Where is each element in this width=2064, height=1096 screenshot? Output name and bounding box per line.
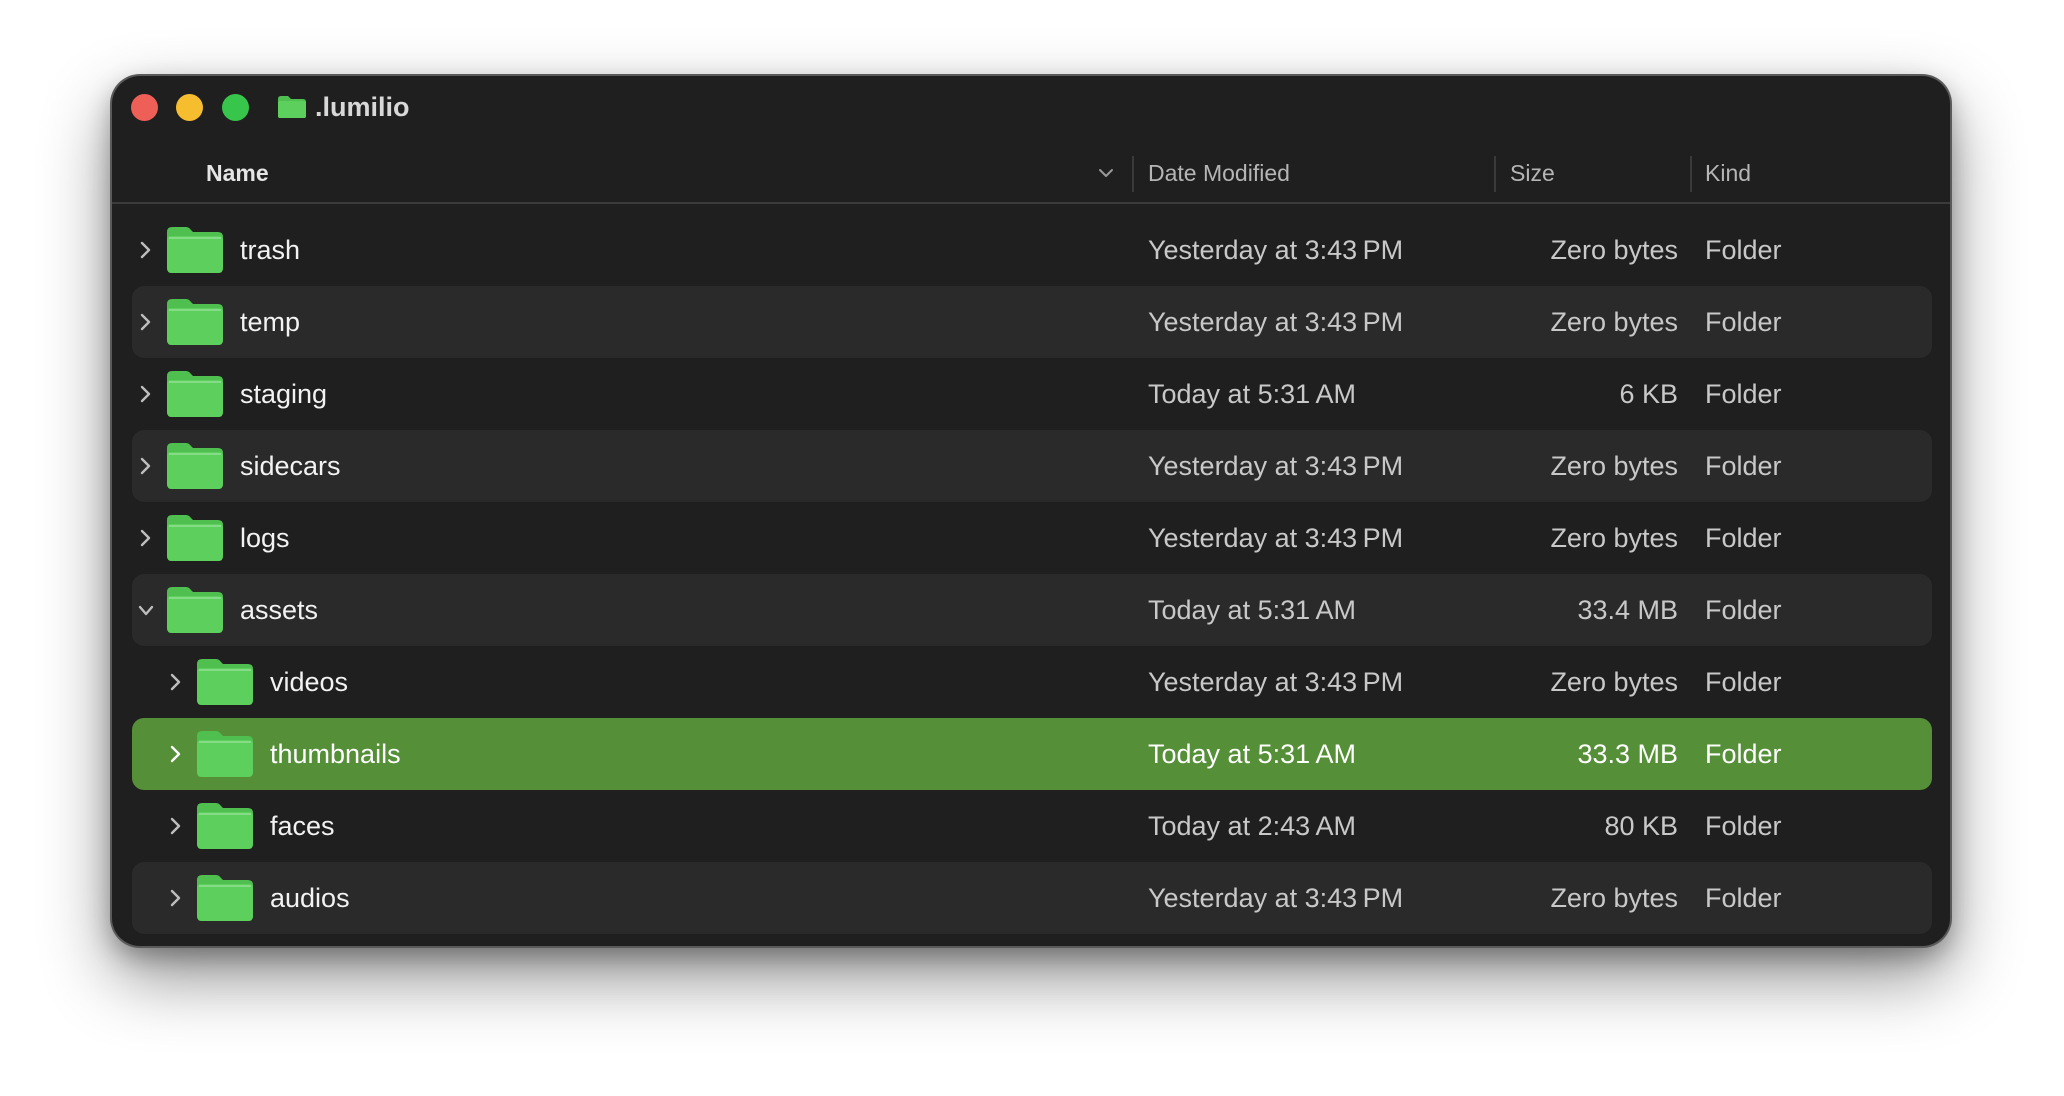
file-date-modified: Today at 5:31 AM bbox=[1148, 379, 1357, 409]
file-name: temp bbox=[240, 307, 301, 337]
file-name: assets bbox=[240, 595, 319, 625]
file-date-modified: Yesterday at 3:43 PM bbox=[1148, 307, 1404, 337]
folder-icon bbox=[278, 96, 306, 118]
disclosure-chevron-right-icon[interactable] bbox=[136, 454, 156, 478]
file-kind: Folder bbox=[1705, 235, 1782, 265]
file-date-modified: Yesterday at 3:43 PM bbox=[1148, 883, 1404, 913]
file-kind: Folder bbox=[1705, 739, 1782, 769]
file-kind: Folder bbox=[1705, 595, 1782, 625]
file-size: Zero bytes bbox=[1550, 451, 1678, 481]
folder-icon bbox=[197, 803, 253, 849]
file-size: 33.3 MB bbox=[1577, 739, 1678, 769]
file-date-modified: Yesterday at 3:43 PM bbox=[1148, 235, 1404, 265]
file-row-staging[interactable]: staging Today at 5:31 AM 6 KB Folder bbox=[132, 358, 1932, 430]
file-date-modified: Today at 2:43 AM bbox=[1148, 811, 1357, 841]
file-size: 80 KB bbox=[1604, 811, 1678, 841]
file-date-modified: Yesterday at 3:43 PM bbox=[1148, 523, 1404, 553]
disclosure-chevron-right-icon[interactable] bbox=[166, 886, 186, 910]
folder-icon bbox=[197, 875, 253, 921]
disclosure-chevron-right-icon[interactable] bbox=[166, 814, 186, 838]
folder-icon bbox=[167, 371, 223, 417]
file-row-sidecars[interactable]: sidecars Yesterday at 3:43 PM Zero bytes… bbox=[132, 430, 1932, 502]
file-size: 33.4 MB bbox=[1577, 595, 1678, 625]
close-window-button[interactable] bbox=[131, 94, 158, 121]
column-divider[interactable] bbox=[1494, 156, 1496, 192]
file-kind: Folder bbox=[1705, 307, 1782, 337]
file-row-videos[interactable]: videos Yesterday at 3:43 PM Zero bytes F… bbox=[132, 646, 1932, 718]
disclosure-chevron-right-icon[interactable] bbox=[166, 670, 186, 694]
file-name: audios bbox=[270, 883, 350, 913]
file-size: Zero bytes bbox=[1550, 883, 1678, 913]
disclosure-chevron-right-icon[interactable] bbox=[166, 742, 186, 766]
file-row-assets[interactable]: assets Today at 5:31 AM 33.4 MB Folder bbox=[132, 574, 1932, 646]
folder-icon bbox=[197, 731, 253, 777]
file-row-temp[interactable]: temp Yesterday at 3:43 PM Zero bytes Fol… bbox=[132, 286, 1932, 358]
folder-icon bbox=[167, 443, 223, 489]
file-kind: Folder bbox=[1705, 523, 1782, 553]
file-size: Zero bytes bbox=[1550, 307, 1678, 337]
file-date-modified: Today at 5:31 AM bbox=[1148, 739, 1357, 769]
file-list: trash Yesterday at 3:43 PM Zero bytes Fo… bbox=[132, 214, 1932, 934]
column-divider[interactable] bbox=[1132, 156, 1134, 192]
disclosure-chevron-right-icon[interactable] bbox=[136, 526, 156, 550]
file-date-modified: Yesterday at 3:43 PM bbox=[1148, 667, 1404, 697]
disclosure-chevron-right-icon[interactable] bbox=[136, 310, 156, 334]
column-date-header[interactable]: Date Modified bbox=[1148, 144, 1290, 202]
sort-chevron-down-icon[interactable] bbox=[1097, 164, 1115, 182]
file-kind: Folder bbox=[1705, 811, 1782, 841]
file-date-modified: Today at 5:31 AM bbox=[1148, 595, 1357, 625]
disclosure-chevron-down-icon[interactable] bbox=[136, 598, 156, 622]
column-divider[interactable] bbox=[1690, 156, 1692, 192]
window-title-text: .lumilio bbox=[315, 91, 410, 122]
file-size: Zero bytes bbox=[1550, 235, 1678, 265]
disclosure-chevron-right-icon[interactable] bbox=[136, 382, 156, 406]
finder-window: .lumilio Name Date Modified Size Kind tr… bbox=[112, 76, 1950, 946]
file-row-thumbnails[interactable]: thumbnails Today at 5:31 AM 33.3 MB Fold… bbox=[132, 718, 1932, 790]
file-kind: Folder bbox=[1705, 451, 1782, 481]
file-row-faces[interactable]: faces Today at 2:43 AM 80 KB Folder bbox=[132, 790, 1932, 862]
folder-icon bbox=[167, 299, 223, 345]
disclosure-chevron-right-icon[interactable] bbox=[136, 238, 156, 262]
column-header: Name Date Modified Size Kind bbox=[112, 144, 1950, 204]
column-kind-header[interactable]: Kind bbox=[1705, 144, 1751, 202]
folder-icon bbox=[197, 659, 253, 705]
file-row-logs[interactable]: logs Yesterday at 3:43 PM Zero bytes Fol… bbox=[132, 502, 1932, 574]
file-size: Zero bytes bbox=[1550, 523, 1678, 553]
file-name: faces bbox=[270, 811, 335, 841]
folder-icon bbox=[167, 515, 223, 561]
file-name: thumbnails bbox=[270, 739, 401, 769]
file-date-modified: Yesterday at 3:43 PM bbox=[1148, 451, 1404, 481]
folder-icon bbox=[167, 587, 223, 633]
file-kind: Folder bbox=[1705, 667, 1782, 697]
file-size: Zero bytes bbox=[1550, 667, 1678, 697]
folder-icon bbox=[167, 227, 223, 273]
zoom-window-button[interactable] bbox=[222, 94, 249, 121]
file-size: 6 KB bbox=[1619, 379, 1678, 409]
file-name: sidecars bbox=[240, 451, 341, 481]
column-name-header[interactable]: Name bbox=[206, 144, 269, 202]
minimize-window-button[interactable] bbox=[176, 94, 203, 121]
file-kind: Folder bbox=[1705, 379, 1782, 409]
column-size-header[interactable]: Size bbox=[1510, 144, 1555, 202]
file-row-audios[interactable]: audios Yesterday at 3:43 PM Zero bytes F… bbox=[132, 862, 1932, 934]
file-name: logs bbox=[240, 523, 290, 553]
window-title: .lumilio bbox=[277, 92, 410, 122]
file-kind: Folder bbox=[1705, 883, 1782, 913]
file-name: staging bbox=[240, 379, 328, 409]
file-name: videos bbox=[270, 667, 349, 697]
file-name: trash bbox=[240, 235, 301, 265]
file-row-trash[interactable]: trash Yesterday at 3:43 PM Zero bytes Fo… bbox=[132, 214, 1932, 286]
